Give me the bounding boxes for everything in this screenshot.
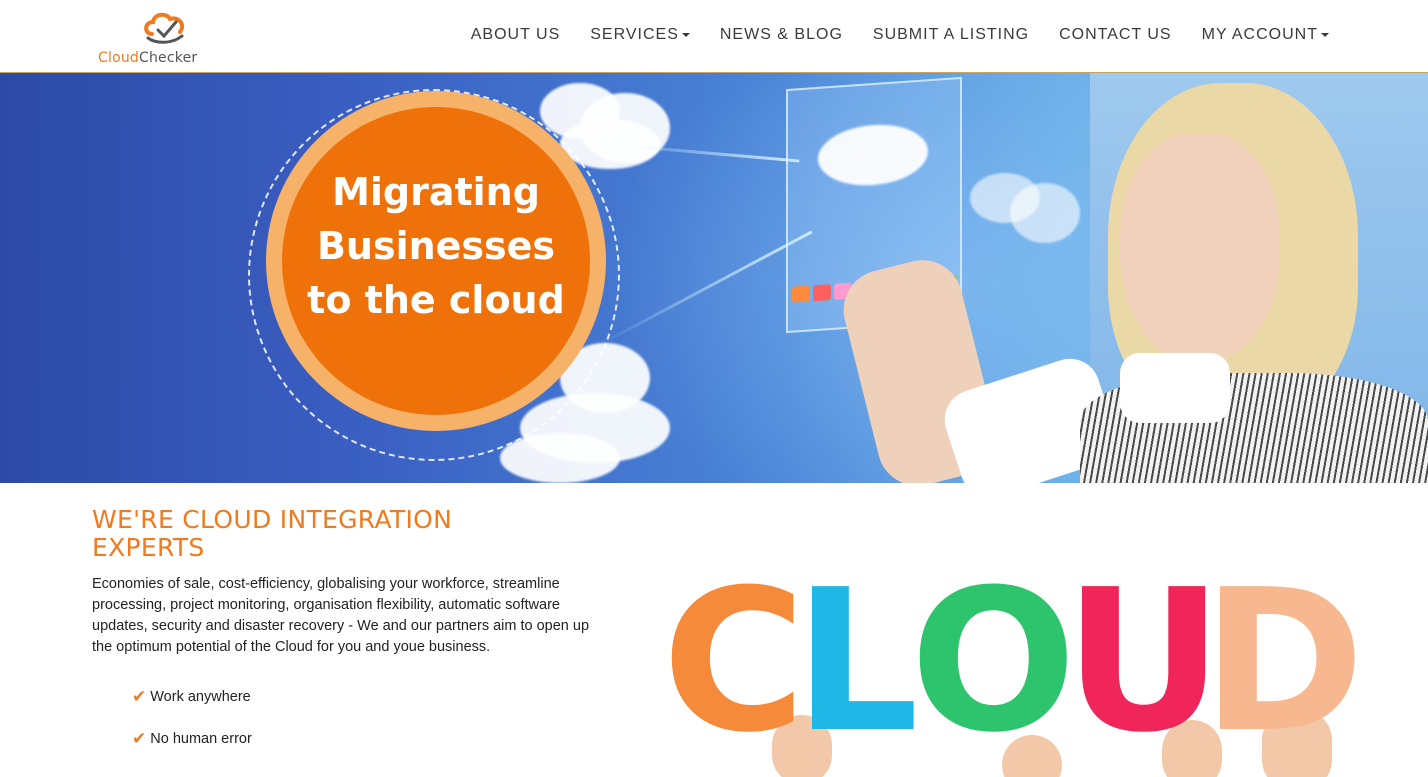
logo-text-checker: Checker: [139, 50, 198, 66]
checkmark-icon: ✔: [132, 729, 147, 748]
main-nav: ABOUT US SERVICES NEWS & BLOG SUBMIT A L…: [456, 26, 1344, 44]
list-item: ✔ No human error: [132, 728, 252, 750]
heading-line-2: EXPERTS: [92, 533, 205, 562]
hero-banner: Migrating Businesses to the cloud: [0, 73, 1428, 483]
letter-o: O: [910, 570, 1077, 776]
cloud-logo-icon: [144, 12, 185, 44]
feature-label: No human error: [150, 731, 252, 747]
list-item: ✔ Work anywhere: [132, 686, 252, 708]
section-heading: WE'RE CLOUD INTEGRATION EXPERTS: [92, 506, 602, 562]
cloud-letters-image: C L O U D: [662, 570, 1362, 777]
migrating-badge: Migrating Businesses to the cloud: [266, 91, 606, 431]
letter-d: D: [1202, 570, 1362, 776]
nav-submit-listing-label: SUBMIT A LISTING: [872, 26, 1030, 43]
badge-text: Migrating Businesses to the cloud: [282, 165, 590, 327]
badge-line-2: Businesses: [316, 224, 556, 268]
nav-about-us[interactable]: ABOUT US: [456, 26, 576, 44]
nav-contact-us-label: CONTACT US: [1059, 26, 1172, 43]
cloud-graphic: [818, 121, 928, 189]
nav-services-label: SERVICES: [590, 26, 679, 43]
badge-line-3: to the cloud: [307, 278, 565, 322]
woman-face: [1120, 133, 1280, 363]
nav-contact-us[interactable]: CONTACT US: [1044, 26, 1187, 44]
feature-label: Work anywhere: [150, 689, 251, 705]
shirt-collar: [1120, 353, 1230, 423]
app-icon: [813, 284, 831, 302]
feature-list: ✔ Work anywhere ✔ No human error: [132, 686, 252, 770]
logo-text-cloud: Cloud: [98, 50, 139, 66]
nav-news-blog[interactable]: NEWS & BLOG: [705, 26, 858, 44]
app-icon: [792, 285, 810, 303]
cloudchecker-logo[interactable]: CloudChecker: [96, 6, 236, 66]
nav-about-us-label: ABOUT US: [470, 26, 561, 43]
intro-paragraph: Economies of sale, cost-efficiency, glob…: [92, 576, 590, 655]
heading-line-1: WE'RE CLOUD INTEGRATION: [92, 505, 453, 534]
nav-my-account[interactable]: MY ACCOUNT: [1187, 26, 1344, 44]
caret-down-icon: [1321, 33, 1329, 37]
cloud-graphic: [1010, 183, 1080, 243]
nav-my-account-label: MY ACCOUNT: [1201, 26, 1318, 43]
nav-services[interactable]: SERVICES: [575, 26, 705, 44]
site-header: CloudChecker ABOUT US SERVICES NEWS & BL…: [0, 0, 1428, 73]
badge-inner-circle: Migrating Businesses to the cloud: [282, 107, 590, 415]
letter-c: C: [662, 570, 806, 776]
letter-l: L: [794, 570, 919, 776]
badge-line-1: Migrating: [332, 170, 540, 214]
caret-down-icon: [681, 33, 690, 37]
nav-submit-listing[interactable]: SUBMIT A LISTING: [858, 26, 1044, 44]
checkmark-icon: ✔: [132, 687, 147, 706]
letter-u: U: [1064, 570, 1224, 776]
intro-section: WE'RE CLOUD INTEGRATION EXPERTS Economie…: [92, 506, 602, 658]
logo-wordmark: CloudChecker: [98, 50, 197, 66]
nav-news-blog-label: NEWS & BLOG: [719, 26, 843, 43]
